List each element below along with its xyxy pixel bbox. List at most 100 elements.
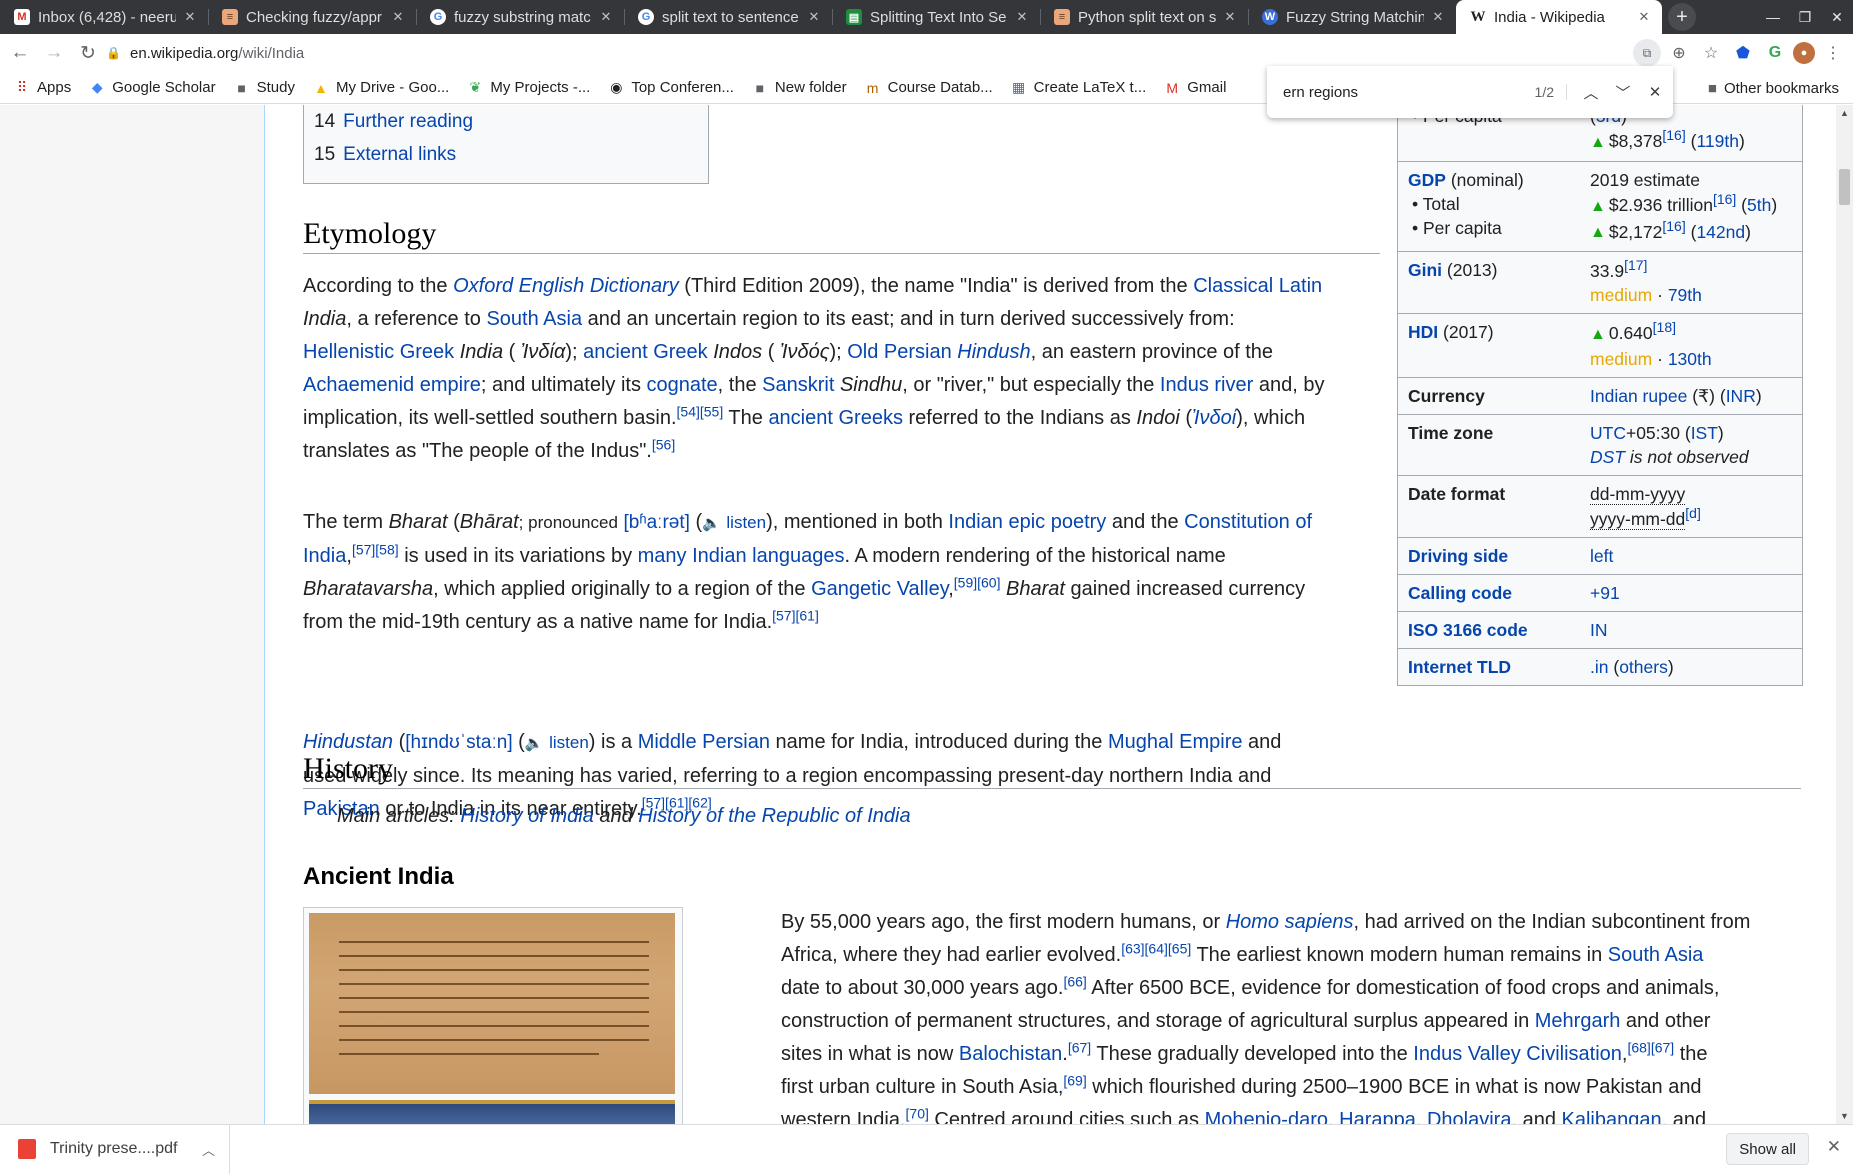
- address-bar[interactable]: 🔒 en.wikipedia.org/wiki/India: [106, 37, 1846, 69]
- close-icon[interactable]: ✕: [1636, 9, 1652, 25]
- link-hellenistic-greek[interactable]: Hellenistic Greek: [303, 341, 454, 363]
- link-sanskrit[interactable]: Sanskrit: [762, 374, 834, 396]
- link-middle-persian[interactable]: Middle Persian: [638, 731, 770, 753]
- link-ipa[interactable]: [bʱaːrət]: [623, 512, 689, 533]
- tab-checking-fuzzy[interactable]: ≡ Checking fuzzy/appr ✕: [208, 0, 416, 34]
- find-previous-button[interactable]: ︿: [1575, 82, 1607, 103]
- tab-python-split[interactable]: ≡ Python split text on s ✕: [1040, 0, 1248, 34]
- link-plus-91[interactable]: +91: [1590, 583, 1620, 603]
- close-icon[interactable]: ✕: [806, 9, 822, 25]
- close-window-icon[interactable]: ✕: [1821, 9, 1853, 26]
- cast-icon[interactable]: ⧉: [1633, 39, 1661, 67]
- bookmark-study[interactable]: ■ Study: [234, 79, 295, 96]
- citation-link[interactable]: [16]: [1713, 191, 1736, 207]
- close-icon[interactable]: ✕: [1222, 9, 1238, 25]
- link-history-of-india[interactable]: History of India: [460, 805, 593, 827]
- citation-link[interactable]: [57][61]: [772, 607, 819, 623]
- bookmark-my-drive[interactable]: ▲ My Drive - Goo...: [313, 79, 449, 96]
- forward-button[interactable]: →: [40, 39, 68, 67]
- link-internet-tld[interactable]: Internet TLD: [1408, 657, 1511, 677]
- close-icon[interactable]: ✕: [1014, 9, 1030, 25]
- link-others[interactable]: others: [1619, 657, 1668, 677]
- reload-button[interactable]: ↻: [74, 39, 102, 67]
- rank-link[interactable]: 142nd: [1696, 221, 1745, 241]
- link-gini[interactable]: Gini: [1408, 260, 1442, 280]
- link-calling-code[interactable]: Calling code: [1408, 583, 1512, 603]
- link-old-persian[interactable]: Old Persian: [847, 341, 952, 363]
- link-left[interactable]: left: [1590, 546, 1613, 566]
- close-icon[interactable]: ✕: [390, 9, 406, 25]
- rank-link[interactable]: 79th: [1668, 285, 1702, 305]
- link-mohenjo-daro[interactable]: Mohenjo-daro: [1205, 1109, 1328, 1124]
- link-mehrgarh[interactable]: Mehrgarh: [1535, 1010, 1621, 1032]
- close-icon[interactable]: ✕: [598, 9, 614, 25]
- link-ist[interactable]: IST: [1691, 423, 1718, 443]
- citation-link[interactable]: [63][64][65]: [1121, 940, 1191, 956]
- tab-splitting-text[interactable]: ▤ Splitting Text Into Se ✕: [832, 0, 1040, 34]
- link-mughal-empire[interactable]: Mughal Empire: [1108, 731, 1243, 753]
- manuscript-thumbnail[interactable]: [303, 907, 683, 1124]
- citation-link[interactable]: [69]: [1063, 1072, 1086, 1088]
- minimize-icon[interactable]: —: [1757, 9, 1789, 25]
- restore-icon[interactable]: ❐: [1789, 9, 1821, 26]
- link-homo-sapiens[interactable]: Homo sapiens: [1226, 911, 1354, 933]
- zoom-icon[interactable]: ⊕: [1665, 39, 1693, 67]
- link-gdp[interactable]: GDP: [1408, 170, 1446, 190]
- bookmark-star-icon[interactable]: ☆: [1697, 39, 1725, 67]
- link-south-asia[interactable]: South Asia: [1608, 944, 1704, 966]
- link-indus-river[interactable]: Indus river: [1160, 374, 1253, 396]
- citation-link[interactable]: [56]: [652, 436, 675, 452]
- profile-avatar[interactable]: ●: [1793, 42, 1815, 64]
- link-south-asia[interactable]: South Asia: [486, 308, 582, 330]
- bookmark-apps[interactable]: ⠿ Apps: [14, 79, 71, 96]
- citation-link[interactable]: [57][58]: [352, 541, 399, 557]
- link-ancient-greek[interactable]: ancient Greek: [583, 341, 708, 363]
- link-hindustan[interactable]: Hindustan: [303, 731, 393, 753]
- find-next-button[interactable]: ﹀: [1607, 82, 1639, 103]
- scroll-up-arrow-icon[interactable]: ▲: [1836, 105, 1853, 121]
- link-ipa[interactable]: [hɪndʊˈstaːn]: [405, 732, 512, 753]
- tab-split-text[interactable]: G split text to sentence ✕: [624, 0, 832, 34]
- toc-link[interactable]: Further reading: [343, 111, 473, 132]
- extension-shield-icon[interactable]: ⬟: [1729, 39, 1757, 67]
- citation-link[interactable]: [d]: [1685, 505, 1701, 521]
- citation-link[interactable]: [67]: [1068, 1039, 1091, 1055]
- rank-link[interactable]: 5th: [1747, 195, 1771, 215]
- close-icon[interactable]: ✕: [1430, 9, 1446, 25]
- link-kalibangan[interactable]: Kalibangan: [1562, 1109, 1662, 1124]
- link-constitution-of-india[interactable]: Constitution of: [1184, 511, 1312, 533]
- link-dholavira[interactable]: Dholavira: [1427, 1109, 1511, 1124]
- link-harappa[interactable]: Harappa: [1339, 1109, 1416, 1124]
- close-download-bar-icon[interactable]: ✕: [1827, 1137, 1841, 1157]
- url-text[interactable]: en.wikipedia.org/wiki/India: [130, 45, 304, 62]
- link-dst[interactable]: DST: [1590, 447, 1625, 467]
- link-classical-latin[interactable]: Classical Latin: [1193, 275, 1322, 297]
- find-close-button[interactable]: ✕: [1639, 83, 1671, 101]
- citation-link[interactable]: [70]: [906, 1105, 929, 1121]
- link-iso-3166[interactable]: ISO 3166 code: [1408, 620, 1528, 640]
- link-dot-in[interactable]: .in: [1590, 657, 1608, 677]
- painting-image[interactable]: [309, 1100, 675, 1124]
- chevron-up-icon[interactable]: ︿: [202, 1140, 215, 1159]
- speaker-icon[interactable]: 🔈: [702, 515, 721, 532]
- download-item[interactable]: Trinity prese....pdf ︿: [0, 1124, 230, 1174]
- bookmark-google-scholar[interactable]: ◆ Google Scholar: [89, 79, 216, 96]
- find-input[interactable]: [1283, 83, 1523, 101]
- rank-link[interactable]: 119th: [1696, 131, 1739, 151]
- speaker-icon[interactable]: 🔈: [525, 735, 544, 752]
- link-indian-epic-poetry[interactable]: Indian epic poetry: [948, 511, 1106, 533]
- bookmark-my-projects[interactable]: ❦ My Projects -...: [467, 79, 590, 96]
- bookmark-top-conferences[interactable]: ◉ Top Conferen...: [608, 79, 734, 96]
- new-tab-button[interactable]: +: [1668, 3, 1696, 31]
- link-driving-side[interactable]: Driving side: [1408, 546, 1508, 566]
- tab-fuzzy-string-matching[interactable]: W Fuzzy String Matchin ✕: [1248, 0, 1456, 34]
- link-gangetic-valley[interactable]: Gangetic Valley: [811, 578, 948, 600]
- manuscript-image[interactable]: [309, 913, 675, 1094]
- link-in[interactable]: IN: [1590, 620, 1608, 640]
- toc-item[interactable]: 14 Further reading: [314, 105, 708, 138]
- link-many-indian-languages[interactable]: many Indian languages: [638, 545, 845, 567]
- scrollbar-thumb[interactable]: [1839, 169, 1850, 205]
- listen-link[interactable]: listen: [726, 513, 766, 532]
- link-cognate[interactable]: cognate: [647, 374, 718, 396]
- link-achaemenid-empire[interactable]: Achaemenid empire: [303, 374, 481, 396]
